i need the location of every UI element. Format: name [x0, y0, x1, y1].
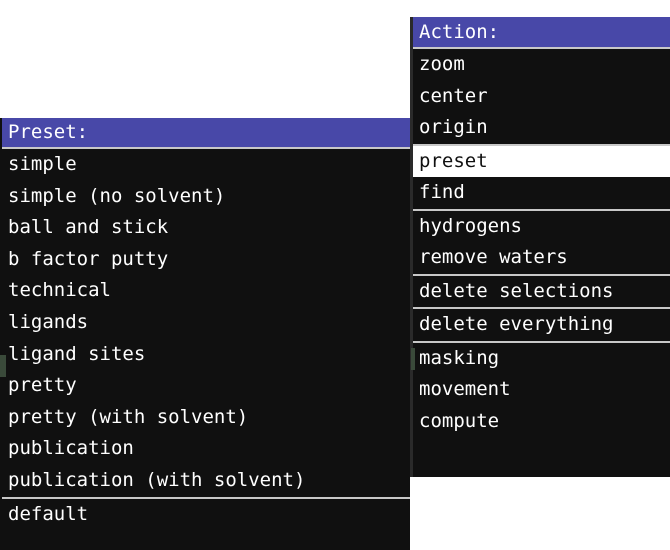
action-item-movement[interactable]: movement: [413, 374, 670, 406]
preset-item-publication-with-solvent[interactable]: publication (with solvent): [2, 465, 410, 497]
action-item-hydrogens[interactable]: hydrogens: [413, 211, 670, 243]
preset-item-pretty-with-solvent[interactable]: pretty (with solvent): [2, 402, 410, 434]
preset-menu-title: Preset:: [2, 118, 410, 149]
preset-item-ligand-sites[interactable]: ligand sites: [2, 339, 410, 371]
menu-edge-marker: [411, 348, 415, 370]
preset-item-default[interactable]: default: [2, 499, 410, 531]
preset-item-b-factor-putty[interactable]: b factor putty: [2, 244, 410, 276]
preset-item-simple-no-solvent[interactable]: simple (no solvent): [2, 181, 410, 213]
action-item-delete-selections[interactable]: delete selections: [413, 276, 670, 308]
action-menu: Action: zoom center origin preset find h…: [410, 17, 670, 477]
preset-item-simple[interactable]: simple: [2, 149, 410, 181]
action-item-origin[interactable]: origin: [413, 112, 670, 144]
action-item-preset[interactable]: preset: [413, 145, 670, 177]
action-item-center[interactable]: center: [413, 81, 670, 113]
preset-item-pretty[interactable]: pretty: [2, 370, 410, 402]
preset-menu: Preset: simple simple (no solvent) ball …: [0, 118, 410, 550]
preset-item-ligands[interactable]: ligands: [2, 307, 410, 339]
action-menu-title: Action:: [413, 17, 670, 49]
action-item-compute[interactable]: compute: [413, 406, 670, 438]
action-item-find[interactable]: find: [413, 177, 670, 209]
menu-edge-marker: [0, 355, 6, 377]
preset-item-technical[interactable]: technical: [2, 275, 410, 307]
preset-item-ball-and-stick[interactable]: ball and stick: [2, 212, 410, 244]
action-item-remove-waters[interactable]: remove waters: [413, 242, 670, 274]
preset-item-publication[interactable]: publication: [2, 433, 410, 465]
action-item-zoom[interactable]: zoom: [413, 49, 670, 81]
action-item-masking[interactable]: masking: [413, 343, 670, 375]
action-item-delete-everything[interactable]: delete everything: [413, 309, 670, 341]
